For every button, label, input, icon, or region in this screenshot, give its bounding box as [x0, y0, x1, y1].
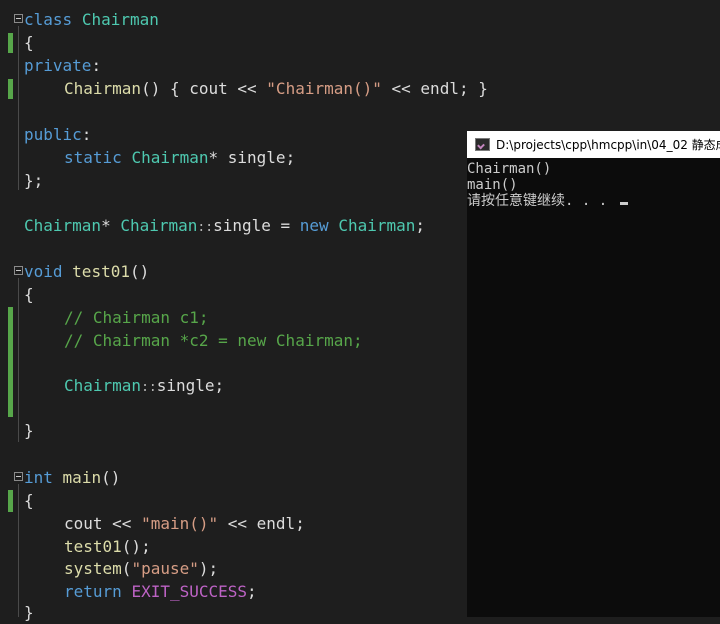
code-text: (: [121, 559, 132, 578]
keyword: void: [24, 262, 63, 281]
string-literal: "pause": [131, 559, 199, 578]
code-text: *: [101, 216, 111, 235]
code-line: test01();: [64, 536, 151, 558]
code-text: () { cout <<: [141, 79, 267, 98]
code-line: cout << "main()" << endl;: [64, 513, 305, 535]
type-name: Chairman: [120, 216, 198, 235]
code-line: void test01(): [24, 261, 149, 283]
scope-operator: ::: [197, 220, 214, 235]
function-name: test01: [64, 537, 122, 556]
function-name: test01: [72, 262, 130, 281]
code-line: return EXIT_SUCCESS;: [64, 581, 257, 603]
change-marker: [8, 79, 13, 99]
code-text: single;: [156, 376, 225, 395]
code-line: }: [24, 603, 34, 622]
fold-guide: [18, 278, 19, 442]
code-text: );: [198, 559, 219, 578]
code-text: (): [101, 468, 121, 487]
code-line: private:: [24, 55, 101, 77]
code-line: {: [24, 491, 34, 510]
console-line: main(): [467, 177, 518, 193]
class-name: Chairman: [81, 10, 159, 29]
console-title: D:\projects\cpp\hmcpp\in\04_02 静态成: [496, 138, 720, 152]
console-output: Chairman() main() 请按任意键继续. . .: [467, 161, 720, 209]
console-line: Chairman(): [467, 161, 552, 177]
fold-guide: [18, 484, 19, 617]
keyword: return: [64, 582, 122, 601]
function-name: main: [62, 468, 102, 487]
keyword: public: [24, 125, 82, 144]
code-line: };: [24, 171, 44, 190]
string-literal: "Chairman()": [266, 79, 382, 98]
code-text: ;: [247, 582, 257, 601]
type-name: Chairman: [338, 216, 416, 235]
code-line: {: [24, 285, 34, 304]
keyword: int: [24, 468, 53, 487]
code-text: * single;: [208, 148, 296, 167]
type-name: Chairman: [64, 376, 142, 395]
keyword: private: [24, 56, 92, 75]
code-text: cout <<: [64, 514, 142, 533]
code-line: {: [24, 33, 34, 52]
console-line: 请按任意键继续. . .: [467, 193, 720, 209]
console-prompt: 请按任意键继续. . .: [467, 193, 616, 209]
fold-toggle-main[interactable]: [14, 472, 23, 481]
punctuation: :: [91, 56, 102, 75]
fold-toggle-class[interactable]: [14, 14, 23, 23]
function-name: system: [64, 559, 122, 578]
code-text: single =: [213, 216, 300, 235]
text-cursor: [619, 202, 628, 205]
console-window[interactable]: D:\projects\cpp\hmcpp\in\04_02 静态成 Chair…: [467, 131, 720, 617]
code-text: (): [129, 262, 150, 281]
console-titlebar[interactable]: D:\projects\cpp\hmcpp\in\04_02 静态成: [467, 131, 720, 158]
code-text: ;: [415, 216, 426, 235]
change-marker: [8, 33, 13, 53]
code-line: }: [24, 421, 34, 440]
code-line: Chairman() { cout << "Chairman()" << end…: [64, 78, 488, 100]
code-line: system("pause");: [64, 558, 218, 580]
fold-guide: [18, 26, 19, 190]
code-text: << endl;: [218, 514, 305, 533]
code-line: public:: [24, 124, 91, 146]
code-line: class Chairman: [24, 9, 159, 31]
code-text: << endl; }: [381, 79, 488, 98]
code-text: ();: [121, 537, 151, 556]
fold-toggle-test01[interactable]: [14, 266, 23, 275]
string-literal: "main()": [141, 514, 219, 533]
macro-name: EXIT_SUCCESS: [131, 582, 248, 601]
keyword: class: [24, 10, 73, 29]
code-line: Chairman::single;: [64, 375, 224, 397]
type-name: Chairman: [131, 148, 209, 167]
type-name: Chairman: [24, 216, 102, 235]
keyword: new: [299, 216, 329, 235]
comment: // Chairman *c2 = new Chairman;: [64, 331, 363, 350]
punctuation: :: [81, 125, 92, 144]
function-name: Chairman: [64, 79, 142, 98]
terminal-icon: [475, 138, 490, 151]
scope-operator: ::: [141, 380, 157, 395]
code-line: static Chairman* single;: [64, 147, 295, 169]
keyword: static: [64, 148, 122, 167]
change-marker: [8, 307, 13, 417]
comment: // Chairman c1;: [64, 308, 209, 327]
code-line: Chairman* Chairman::single = new Chairma…: [24, 215, 425, 237]
code-line: int main(): [24, 467, 120, 489]
change-marker: [8, 490, 13, 512]
